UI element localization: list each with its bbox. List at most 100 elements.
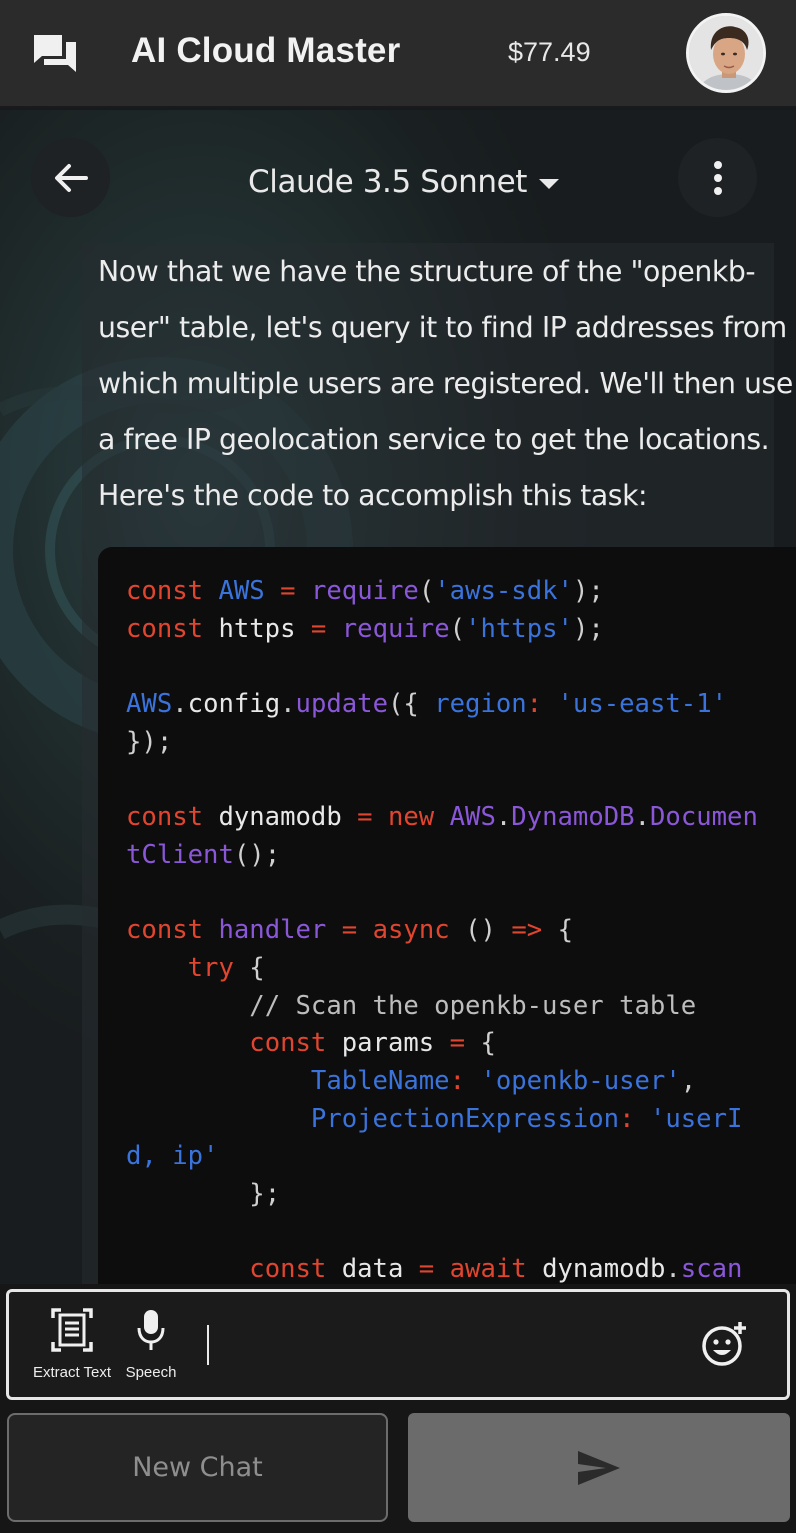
app-title: AI Cloud Master bbox=[131, 31, 401, 70]
message-line: user" table, let's query it to find IP a… bbox=[98, 311, 787, 344]
code-line: const handler = async () => { bbox=[126, 912, 758, 950]
speech-label: Speech bbox=[125, 1364, 177, 1381]
code-token: AWS bbox=[449, 802, 496, 833]
code-token: // Scan the openkb-user table bbox=[249, 990, 697, 1021]
microphone-icon bbox=[137, 1310, 165, 1350]
code-token: }; bbox=[249, 1179, 281, 1209]
code-token: const bbox=[126, 576, 204, 606]
extract-text-button[interactable]: Extract Text bbox=[26, 1308, 118, 1381]
code-token: AWS bbox=[126, 689, 173, 720]
code-token: DynamoDB bbox=[511, 802, 635, 833]
message-line: Now that we have the structure of the "o… bbox=[98, 255, 756, 288]
message-line: a free IP geolocation service to get the… bbox=[98, 423, 770, 456]
account-balance: $77.49 bbox=[508, 37, 591, 67]
code-content: const AWS = require('aws-sdk'); const htt… bbox=[126, 573, 758, 1289]
code-token: region bbox=[434, 689, 527, 720]
code-token: ({ bbox=[387, 689, 435, 720]
code-token: 'us-east-1' bbox=[557, 689, 728, 720]
send-icon bbox=[578, 1450, 620, 1485]
code-token: 'https' bbox=[465, 613, 573, 644]
code-token: . bbox=[495, 802, 512, 833]
code-line: const https = require('https'); bbox=[126, 611, 758, 649]
code-token: config bbox=[187, 689, 281, 720]
code-token: ); bbox=[572, 576, 604, 606]
code-token: const bbox=[249, 1028, 327, 1059]
code-token: 'openkb-user' bbox=[480, 1065, 681, 1096]
top-app-bar: AI Cloud Master $77.49 bbox=[0, 0, 796, 108]
code-token: () bbox=[465, 915, 496, 946]
code-token: }); bbox=[126, 726, 173, 757]
new-chat-button[interactable]: New Chat bbox=[7, 1413, 388, 1522]
code-line: TableName: 'openkb-user', bbox=[126, 1063, 758, 1101]
code-token: data bbox=[326, 1254, 419, 1285]
code-token: ); bbox=[572, 613, 604, 644]
code-token: try bbox=[187, 952, 234, 983]
code-token: ( bbox=[418, 576, 435, 606]
message-line: Here's the code to accomplish this task: bbox=[98, 479, 648, 512]
code-token: Documen bbox=[650, 802, 758, 833]
code-line: }); bbox=[126, 724, 758, 762]
code-token: , bbox=[680, 1065, 697, 1096]
back-button[interactable] bbox=[31, 138, 110, 217]
new-chat-label: New Chat bbox=[132, 1452, 263, 1483]
speech-button[interactable]: Speech bbox=[121, 1308, 181, 1381]
arrow-left-icon bbox=[54, 163, 88, 192]
code-token: { bbox=[480, 1028, 496, 1059]
code-token: const bbox=[126, 802, 204, 833]
code-token: ( bbox=[449, 613, 466, 644]
emoji-add-icon[interactable] bbox=[700, 1320, 748, 1368]
chat-bubbles-icon[interactable] bbox=[32, 32, 78, 76]
code-line: const dynamodb = new AWS.DynamoDB.Docume… bbox=[126, 799, 758, 837]
code-token: . bbox=[665, 1254, 681, 1285]
code-token: : bbox=[619, 1103, 635, 1134]
more-options-button[interactable] bbox=[678, 138, 757, 217]
code-token: TableName bbox=[310, 1065, 450, 1096]
code-line: d, ip' bbox=[126, 1138, 758, 1176]
code-line: tClient(); bbox=[126, 837, 758, 875]
extract-text-label: Extract Text bbox=[32, 1364, 112, 1381]
code-token: { bbox=[557, 915, 573, 946]
code-token: dynamodb bbox=[526, 1254, 666, 1285]
text-cursor bbox=[207, 1325, 209, 1365]
code-token: params bbox=[326, 1028, 450, 1059]
code-token: d, ip' bbox=[126, 1141, 219, 1172]
send-button[interactable] bbox=[408, 1413, 790, 1522]
code-block[interactable]: const AWS = require('aws-sdk'); const htt… bbox=[98, 547, 796, 1307]
code-token: (); bbox=[233, 839, 281, 870]
code-token: const bbox=[126, 613, 204, 644]
model-name: Claude 3.5 Sonnet bbox=[248, 164, 528, 200]
code-token: const bbox=[126, 915, 204, 946]
code-token: . bbox=[634, 802, 650, 833]
code-token: : bbox=[526, 689, 543, 720]
code-token: = bbox=[341, 915, 358, 946]
code-token: await bbox=[449, 1254, 527, 1285]
user-avatar[interactable] bbox=[686, 13, 766, 93]
code-line: try { bbox=[126, 950, 758, 988]
document-scan-icon bbox=[51, 1308, 93, 1352]
code-token: ProjectionExpression bbox=[310, 1103, 620, 1134]
code-line: AWS.config.update({ region: 'us-east-1' bbox=[126, 686, 758, 724]
model-selector[interactable]: Claude 3.5 Sonnet bbox=[248, 162, 560, 202]
caret-down-icon bbox=[539, 179, 560, 189]
code-token: tClient bbox=[126, 839, 234, 870]
code-token: update bbox=[295, 689, 388, 720]
code-token: = bbox=[418, 1254, 435, 1285]
